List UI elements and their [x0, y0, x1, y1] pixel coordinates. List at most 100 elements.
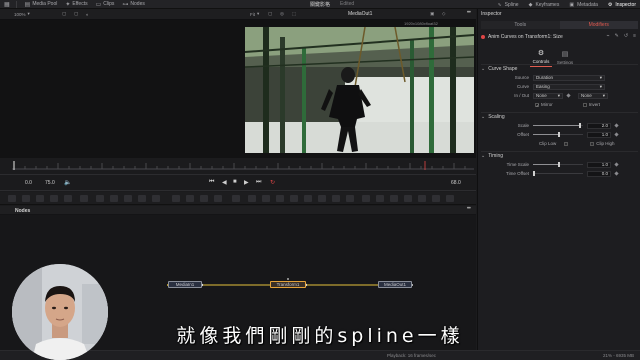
paint-tool-icon[interactable]	[22, 195, 30, 202]
glow-tool-icon[interactable]	[432, 195, 440, 202]
3d-tool-icon[interactable]	[318, 195, 326, 202]
chevron-down-icon: ▾	[27, 11, 30, 16]
scale-slider[interactable]	[533, 123, 583, 128]
offset-value[interactable]: 1.0	[587, 131, 611, 138]
viewer-option-2[interactable]: ▢	[74, 11, 78, 17]
out-select[interactable]: None ▾	[578, 92, 608, 99]
viewer-option-3[interactable]: ◐	[86, 11, 89, 17]
more-options-icon[interactable]: •••	[467, 10, 471, 16]
blur-tool-icon[interactable]	[64, 195, 72, 202]
light-tool-icon[interactable]	[346, 195, 354, 202]
section-curve-shape[interactable]: ⌄ Curve Shape	[481, 64, 638, 73]
select-tool-icon[interactable]	[248, 195, 256, 202]
bspline-tool-icon[interactable]	[124, 195, 132, 202]
spline-button[interactable]: ∿ Spline	[497, 2, 518, 8]
color-tool-icon[interactable]	[186, 195, 194, 202]
zoom-select[interactable]: 100% ▾	[14, 11, 30, 17]
metadata-button[interactable]: ▣ Metadata	[569, 2, 598, 8]
emitter-tool-icon[interactable]	[390, 195, 398, 202]
time-scale-slider[interactable]	[533, 162, 583, 167]
section-scaling[interactable]: ⌄ Scaling	[481, 112, 638, 121]
time-offset-value[interactable]: 0.0	[587, 170, 611, 177]
in-select[interactable]: None ▾	[533, 92, 563, 99]
channel-tool-icon[interactable]	[172, 195, 180, 202]
fx-tool-icon[interactable]	[404, 195, 412, 202]
node-transform[interactable]: Transform1	[270, 281, 306, 288]
shape-tool-icon[interactable]	[304, 195, 312, 202]
inspector-button[interactable]: ⚙ Inspector	[608, 2, 636, 8]
go-to-start-button[interactable]: ⏮	[209, 179, 214, 186]
keyframe-icon[interactable]	[566, 93, 571, 98]
keyframes-button[interactable]: ◆ Keyframes	[529, 2, 560, 8]
curve-select[interactable]: Easing ▾	[533, 83, 605, 90]
camera-tool-icon[interactable]	[362, 195, 370, 202]
nodes-button[interactable]: ⊶ Nodes	[122, 1, 144, 8]
panel-toggle-icon[interactable]: ▦	[4, 1, 10, 8]
timeline-ruler[interactable]	[12, 161, 474, 170]
active-dot-icon[interactable]	[481, 35, 485, 39]
keyframe-icon[interactable]	[614, 123, 619, 128]
viewer-option-1[interactable]: ▢	[62, 11, 66, 17]
section-timing[interactable]: ⌄ Timing	[481, 151, 638, 160]
time-offset-slider[interactable]	[533, 171, 583, 176]
render-end-field[interactable]: 68.0	[451, 180, 461, 186]
reset-icon[interactable]: ↺	[624, 33, 628, 39]
crop-tool-icon[interactable]	[214, 195, 222, 202]
scale-value[interactable]: 2.0	[587, 122, 611, 129]
viewer-option-6[interactable]: ⬚	[292, 11, 296, 17]
play-button[interactable]: ▶	[244, 179, 249, 186]
audio-icon[interactable]: 🔈	[64, 179, 71, 186]
keyframe-icon[interactable]	[614, 162, 619, 167]
time-scale-value[interactable]: 1.0	[587, 161, 611, 168]
rectangle-tool-icon[interactable]	[152, 195, 160, 202]
keyframe-icon[interactable]	[614, 132, 619, 137]
node-mediaout[interactable]: MediaOut1	[378, 281, 412, 288]
viewer-option-4[interactable]: ▢	[268, 11, 272, 17]
tracker-tool-icon[interactable]	[232, 195, 240, 202]
viewer-option-7[interactable]: ▣	[430, 11, 434, 17]
resize-tool-icon[interactable]	[200, 195, 208, 202]
play-reverse-button[interactable]: ◀	[222, 179, 227, 186]
viewer-option-8[interactable]: ◇	[442, 11, 445, 17]
invert-checkbox[interactable]: Invert	[582, 102, 600, 107]
background-tool-icon[interactable]	[8, 195, 16, 202]
clip-low-checkbox[interactable]: Clip Low	[539, 141, 569, 146]
viewer-option-5[interactable]: ◎	[280, 11, 284, 17]
tab-tools[interactable]: Tools	[481, 21, 560, 29]
render-tool-icon[interactable]	[376, 195, 384, 202]
library-tool-icon[interactable]	[446, 195, 454, 202]
keyframe-icon[interactable]	[614, 171, 619, 176]
transform-tool-icon[interactable]	[80, 195, 88, 202]
text-tool-icon[interactable]	[36, 195, 44, 202]
mask-tool-icon[interactable]	[96, 195, 104, 202]
menu-icon[interactable]: ≡	[633, 33, 636, 39]
rotate-tool-icon[interactable]	[262, 195, 270, 202]
fit-select[interactable]: Fit ▾	[250, 11, 259, 17]
link-icon[interactable]: ⌁	[607, 33, 610, 39]
more-options-icon[interactable]: •••	[467, 206, 471, 212]
current-frame-field[interactable]: 75.0	[45, 180, 55, 186]
render-start-field[interactable]: 0.0	[25, 180, 32, 186]
media-pool-button[interactable]: ▤ Media Pool	[25, 1, 58, 8]
source-select[interactable]: Duration ▾	[533, 74, 605, 81]
effects-button[interactable]: ✦ Effects	[65, 1, 87, 8]
stop-button[interactable]: ■	[233, 179, 237, 185]
merge-tool-icon[interactable]	[50, 195, 58, 202]
ellipse-tool-icon[interactable]	[138, 195, 146, 202]
mirror-checkbox[interactable]: ✓ Mirror	[535, 102, 553, 107]
macro-tool-icon[interactable]	[418, 195, 426, 202]
input-port[interactable]	[287, 278, 289, 280]
node-mediain[interactable]: MediaIn1	[168, 281, 202, 288]
clip-high-checkbox[interactable]: Clip High	[590, 141, 615, 146]
inspector-tabs: Tools Modifiers	[481, 21, 638, 29]
grid-tool-icon[interactable]	[290, 195, 298, 202]
clips-button[interactable]: ▭ Clips	[96, 1, 115, 8]
offset-slider[interactable]	[533, 132, 583, 137]
warp-tool-icon[interactable]	[276, 195, 284, 202]
particle-tool-icon[interactable]	[332, 195, 340, 202]
tab-modifiers[interactable]: Modifiers	[559, 21, 638, 29]
loop-icon[interactable]: ↻	[270, 179, 275, 186]
polygon-tool-icon[interactable]	[110, 195, 118, 202]
edit-icon[interactable]: ✎	[615, 33, 619, 39]
go-to-end-button[interactable]: ⏭	[256, 179, 261, 186]
